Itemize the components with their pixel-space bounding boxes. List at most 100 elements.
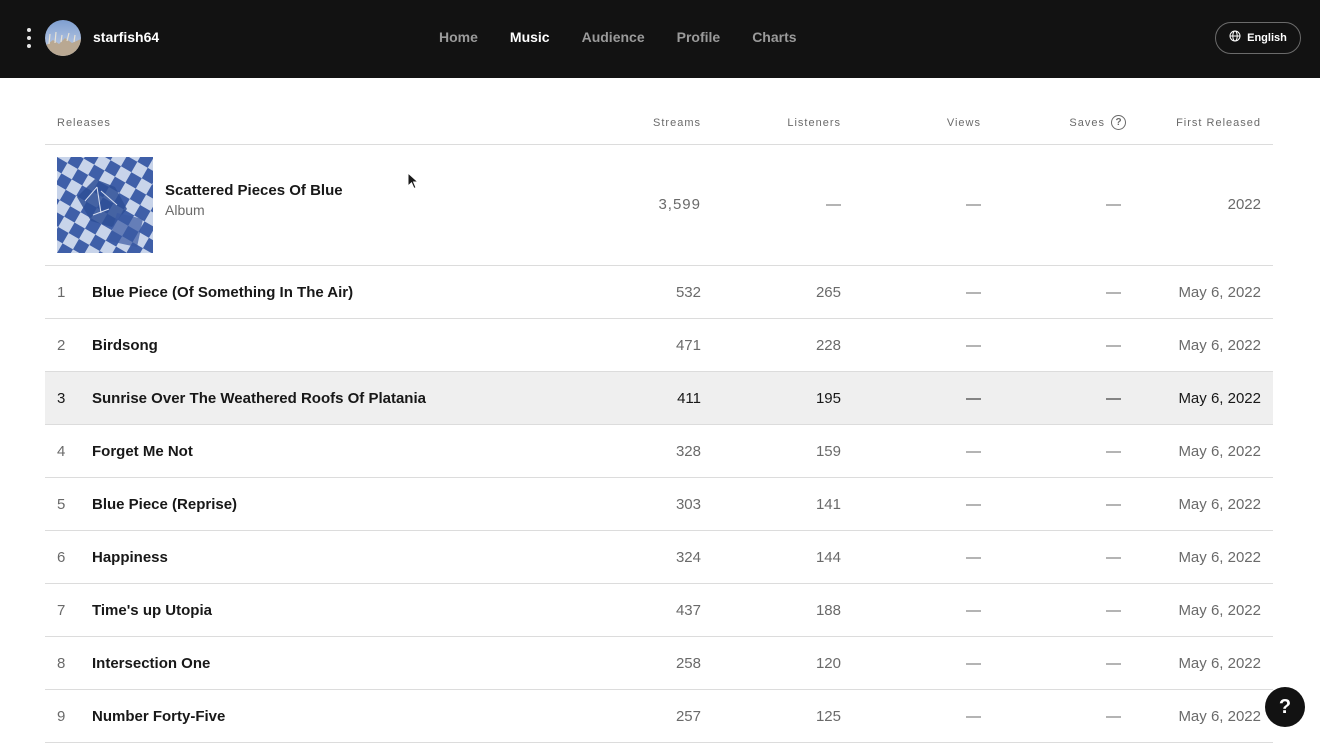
track-saves: — [1106,443,1121,460]
track-listeners: 265 [815,284,841,301]
track-first-released: May 6, 2022 [1178,390,1261,407]
track-title[interactable]: Birdsong [92,337,158,354]
track-listeners: 141 [815,496,841,513]
tab-music[interactable]: Music [510,29,550,45]
track-streams: 471 [675,337,701,354]
track-views: — [966,655,981,672]
tab-home[interactable]: Home [439,29,478,45]
track-first-released: May 6, 2022 [1178,496,1261,513]
track-row[interactable]: 4 Forget Me Not 328 159 — — May 6, 2022 [45,425,1273,478]
album-streams: 3,599 [658,196,701,213]
track-listeners: 188 [815,602,841,619]
track-saves: — [1106,496,1121,513]
track-first-released: May 6, 2022 [1178,284,1261,301]
album-first-released: 2022 [1227,196,1261,213]
track-streams: 437 [675,602,701,619]
username[interactable]: starfish64 [93,29,159,45]
track-title[interactable]: Blue Piece (Reprise) [92,496,237,513]
help-circle-icon[interactable]: ? [1111,115,1126,130]
track-streams: 258 [675,655,701,672]
album-row[interactable]: Scattered Pieces Of Blue Album 3,599 — —… [45,145,1273,266]
track-views: — [966,549,981,566]
column-header-views[interactable]: Views [947,117,981,129]
main-tabs: Home Music Audience Profile Charts [439,29,829,45]
column-header-saves[interactable]: Saves ? [1069,115,1126,130]
track-row[interactable]: 5 Blue Piece (Reprise) 303 141 — — May 6… [45,478,1273,531]
table-header: Releases Streams Listeners Views Saves ?… [45,78,1273,145]
top-navigation-bar: starfish64 Home Music Audience Profile C… [0,0,1320,78]
track-number: 2 [57,337,66,354]
track-title[interactable]: Happiness [92,549,168,566]
column-header-streams[interactable]: Streams [653,117,701,129]
column-header-listeners[interactable]: Listeners [787,117,841,129]
track-saves: — [1106,602,1121,619]
track-listeners: 195 [815,390,841,407]
track-first-released: May 6, 2022 [1178,602,1261,619]
track-first-released: May 6, 2022 [1178,443,1261,460]
kebab-menu-icon[interactable] [19,25,39,51]
releases-table: Releases Streams Listeners Views Saves ?… [45,78,1273,743]
track-first-released: May 6, 2022 [1178,549,1261,566]
track-title[interactable]: Time's up Utopia [92,602,212,619]
track-views: — [966,337,981,354]
track-number: 5 [57,496,66,513]
track-views: — [966,390,981,407]
track-views: — [966,284,981,301]
track-first-released: May 6, 2022 [1178,708,1261,725]
avatar[interactable] [45,20,81,56]
track-row[interactable]: 6 Happiness 324 144 — — May 6, 2022 [45,531,1273,584]
track-row[interactable]: 7 Time's up Utopia 437 188 — — May 6, 20… [45,584,1273,637]
help-button[interactable]: ? [1265,687,1305,727]
track-listeners: 120 [815,655,841,672]
track-listeners: 144 [815,549,841,566]
album-listeners: — [826,196,841,213]
track-views: — [966,708,981,725]
track-saves: — [1106,337,1121,354]
track-number: 4 [57,443,66,460]
track-saves: — [1106,708,1121,725]
track-number: 3 [57,390,66,407]
track-number: 6 [57,549,66,566]
track-views: — [966,443,981,460]
track-title[interactable]: Number Forty-Five [92,708,225,725]
language-label: English [1247,32,1287,44]
globe-icon [1229,29,1241,47]
track-row[interactable]: 8 Intersection One 258 120 — — May 6, 20… [45,637,1273,690]
column-header-first-released[interactable]: First Released [1176,117,1261,129]
mouse-cursor-icon [407,172,419,190]
track-row[interactable]: 9 Number Forty-Five 257 125 — — May 6, 2… [45,690,1273,743]
track-title[interactable]: Forget Me Not [92,443,193,460]
track-saves: — [1106,390,1121,407]
track-listeners: 125 [815,708,841,725]
track-streams: 257 [675,708,701,725]
track-title[interactable]: Blue Piece (Of Something In The Air) [92,284,353,301]
tab-charts[interactable]: Charts [752,29,796,45]
track-streams: 411 [677,390,701,407]
track-listeners: 159 [815,443,841,460]
track-title[interactable]: Intersection One [92,655,210,672]
track-number: 8 [57,655,66,672]
track-saves: — [1106,655,1121,672]
album-cover[interactable] [57,157,153,253]
track-row[interactable]: 2 Birdsong 471 228 — — May 6, 2022 [45,319,1273,372]
album-type: Album [165,202,205,218]
track-row-hovered[interactable]: 3 Sunrise Over The Weathered Roofs Of Pl… [45,372,1273,425]
track-saves: — [1106,549,1121,566]
track-first-released: May 6, 2022 [1178,337,1261,354]
track-streams: 328 [675,443,701,460]
tab-audience[interactable]: Audience [582,29,645,45]
column-header-releases[interactable]: Releases [57,117,111,129]
track-title[interactable]: Sunrise Over The Weathered Roofs Of Plat… [92,390,426,407]
track-number: 1 [57,284,66,301]
language-button[interactable]: English [1215,22,1301,54]
track-streams: 303 [675,496,701,513]
track-number: 9 [57,708,66,725]
track-streams: 324 [675,549,701,566]
track-views: — [966,602,981,619]
track-listeners: 228 [815,337,841,354]
track-row[interactable]: 1 Blue Piece (Of Something In The Air) 5… [45,266,1273,319]
tab-profile[interactable]: Profile [677,29,721,45]
column-header-saves-label: Saves [1069,116,1105,129]
album-title[interactable]: Scattered Pieces Of Blue [165,182,343,199]
album-views: — [966,196,981,213]
